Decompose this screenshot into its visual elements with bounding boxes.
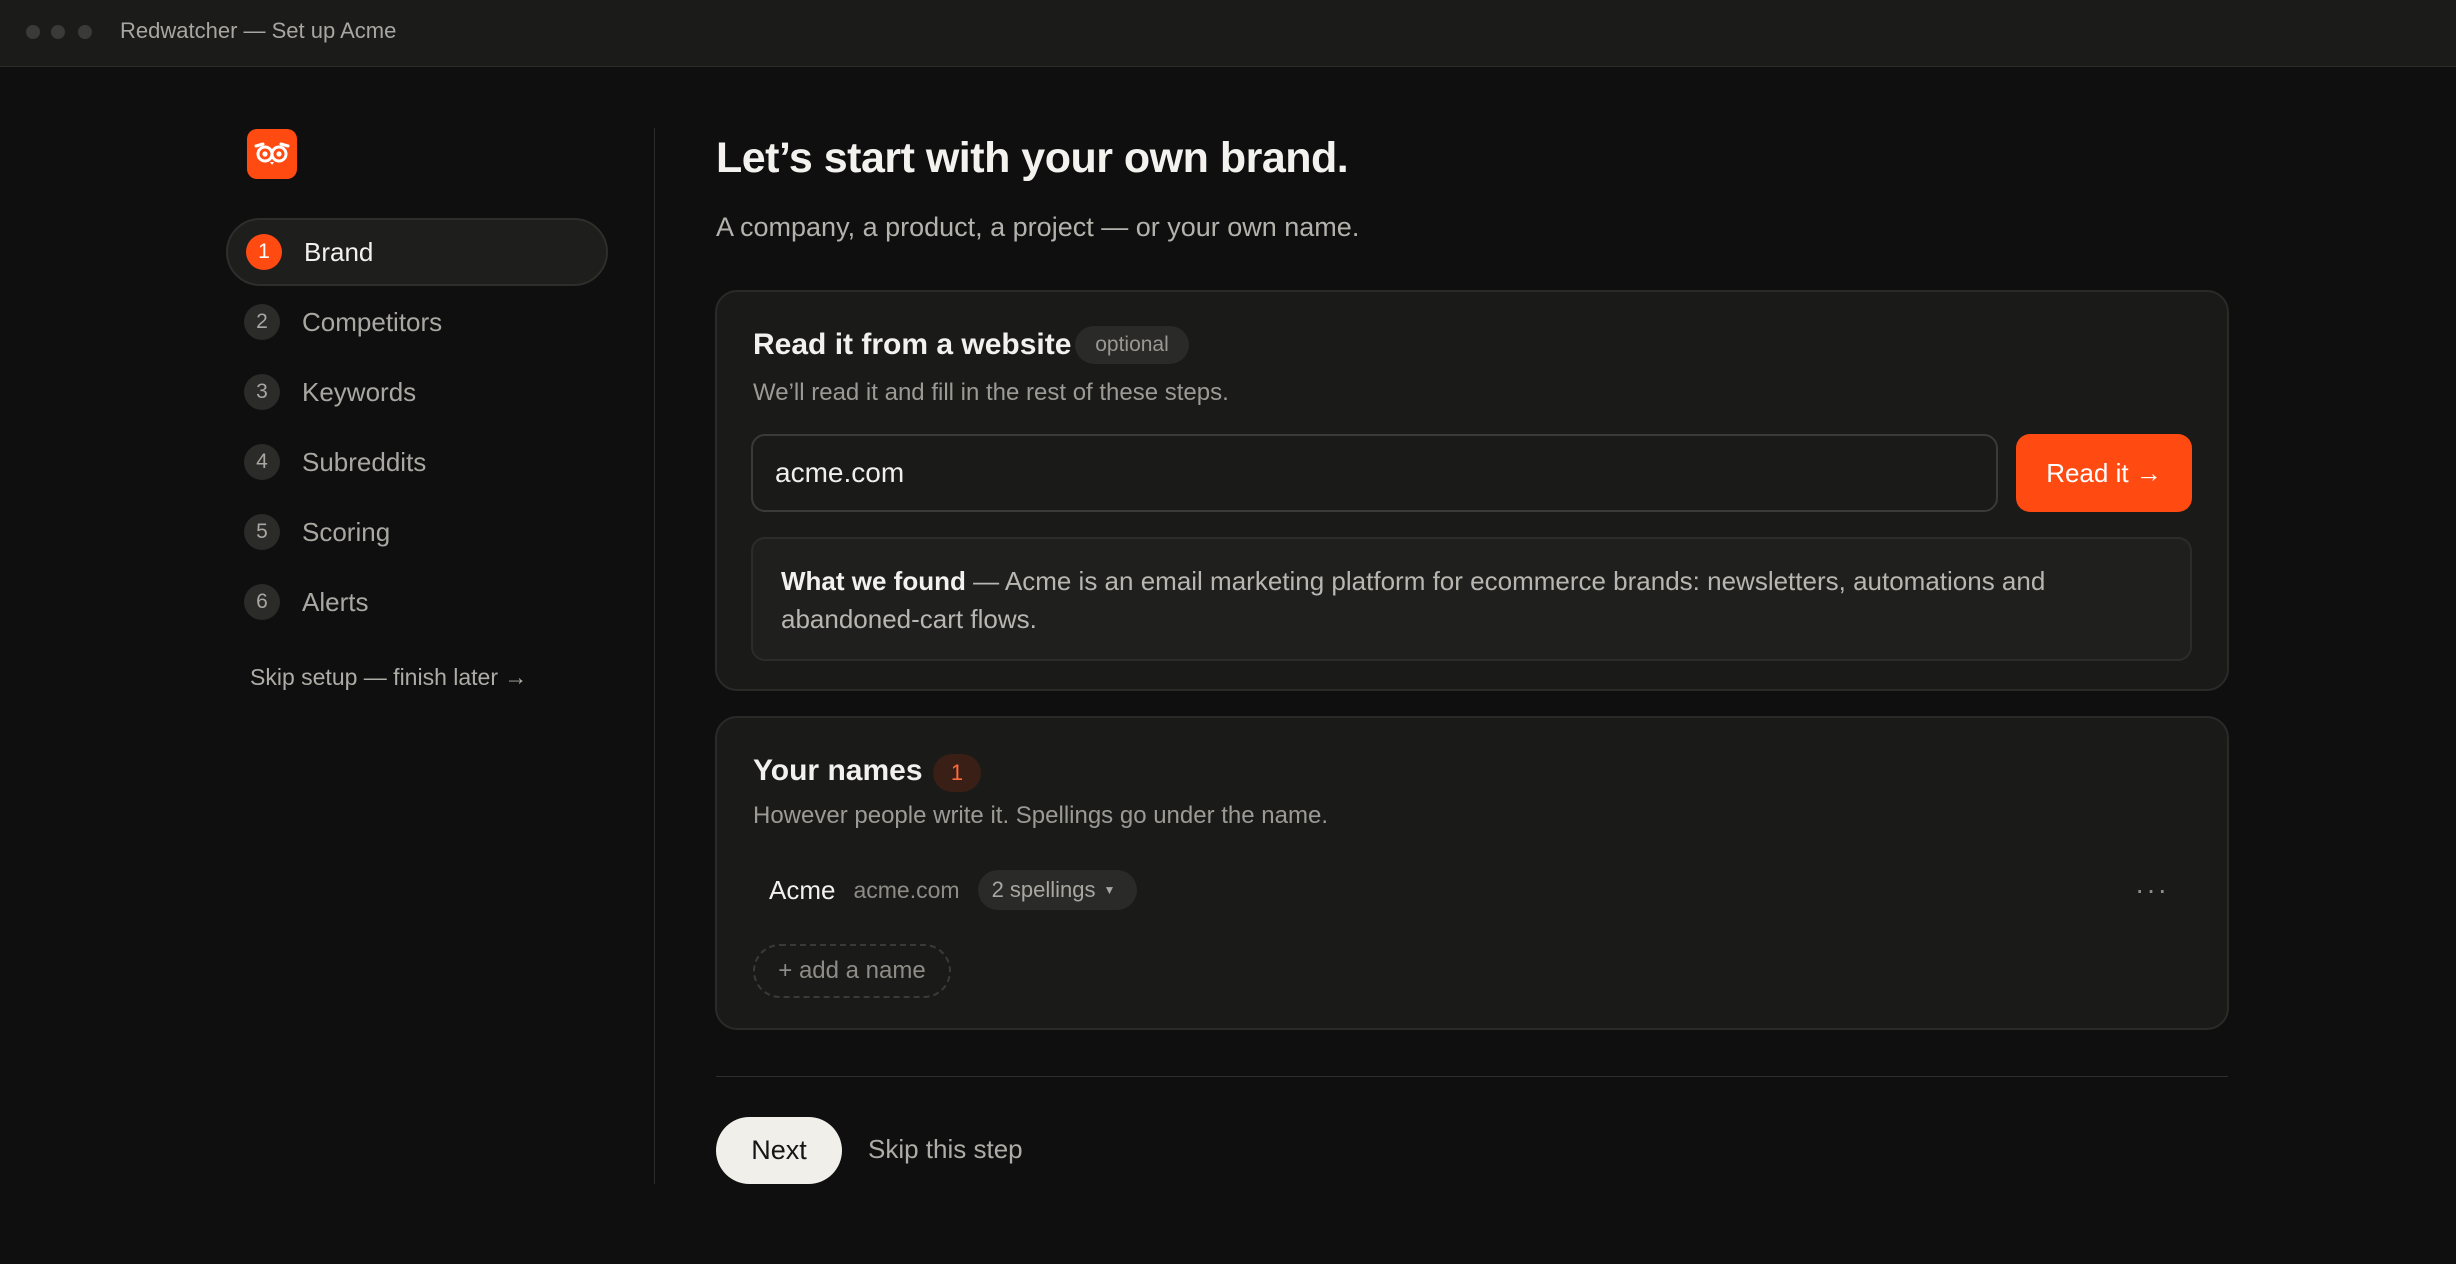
skip-step-link[interactable]: Skip this step — [868, 1134, 1023, 1165]
step-label: Keywords — [302, 376, 417, 407]
names-card-title: Your names — [753, 754, 923, 787]
step-label: Alerts — [302, 586, 369, 617]
step-subreddits[interactable]: 4 Subreddits — [226, 428, 608, 496]
close-window-button[interactable] — [26, 25, 40, 39]
step-number: 2 — [244, 304, 280, 340]
step-label: Subreddits — [302, 446, 427, 477]
app-window: Redwatcher — Set up Acme 1 Brand 2 Compe… — [0, 0, 2456, 1264]
website-card-description: We’ll read it and fill in the rest of th… — [753, 379, 1229, 406]
brand-domain: acme.com — [853, 876, 960, 903]
setup-steps-nav: 1 Brand 2 Competitors 3 Keywords 4 Subre… — [226, 218, 608, 638]
website-url-input[interactable] — [751, 434, 1998, 512]
spellings-label: 2 spellings — [991, 877, 1096, 902]
website-card-title: Read it from a website — [753, 328, 1072, 361]
brand-name: Acme — [769, 874, 836, 905]
names-count-badge: 1 — [933, 754, 981, 792]
next-button[interactable]: Next — [716, 1117, 842, 1184]
sidebar-divider — [654, 128, 655, 1184]
found-label: What we found — [781, 566, 966, 596]
more-horizontal-icon[interactable]: ··· — [2135, 874, 2169, 906]
minimize-window-button[interactable] — [51, 25, 65, 39]
step-brand[interactable]: 1 Brand — [226, 218, 608, 286]
names-card: Your names 1 However people write it. Sp… — [715, 716, 2229, 1030]
step-number: 3 — [244, 374, 280, 410]
owl-logo-icon — [247, 129, 297, 179]
page-title: Let’s start with your own brand. — [716, 134, 1349, 182]
website-card: Read it from a website optional We’ll re… — [715, 290, 2229, 691]
read-website-button[interactable]: Read it → — [2016, 434, 2192, 512]
step-alerts[interactable]: 6 Alerts — [226, 568, 608, 636]
step-label: Brand — [304, 236, 374, 267]
step-competitors[interactable]: 2 Competitors — [226, 288, 608, 356]
found-text: — Acme is an email marketing platform fo… — [781, 566, 2046, 634]
spellings-dropdown[interactable]: 2 spellings ▼ — [977, 870, 1138, 910]
zoom-window-button[interactable] — [78, 25, 92, 39]
add-name-button[interactable]: + add a name — [753, 944, 951, 998]
window-title: Redwatcher — Set up Acme — [120, 18, 397, 43]
chevron-down-icon: ▼ — [1103, 883, 1116, 897]
skip-setup-link[interactable]: Skip setup — finish later → — [250, 664, 527, 691]
step-number: 4 — [244, 444, 280, 480]
step-number: 5 — [244, 514, 280, 550]
step-number: 1 — [246, 234, 282, 270]
page-subtitle: A company, a product, a project — or you… — [716, 212, 1360, 242]
step-label: Competitors — [302, 306, 443, 337]
name-row: Acme acme.com 2 spellings ▼ — [769, 870, 1138, 910]
title-bar: Redwatcher — Set up Acme — [0, 0, 2456, 67]
step-scoring[interactable]: 5 Scoring — [226, 498, 608, 566]
step-keywords[interactable]: 3 Keywords — [226, 358, 608, 426]
step-label: Scoring — [302, 516, 391, 547]
step-number: 6 — [244, 584, 280, 620]
footer-divider — [716, 1076, 2228, 1077]
optional-badge: optional — [1075, 326, 1189, 364]
found-summary: What we found — Acme is an email marketi… — [751, 537, 2192, 661]
names-card-description: However people write it. Spellings go un… — [753, 802, 1328, 829]
